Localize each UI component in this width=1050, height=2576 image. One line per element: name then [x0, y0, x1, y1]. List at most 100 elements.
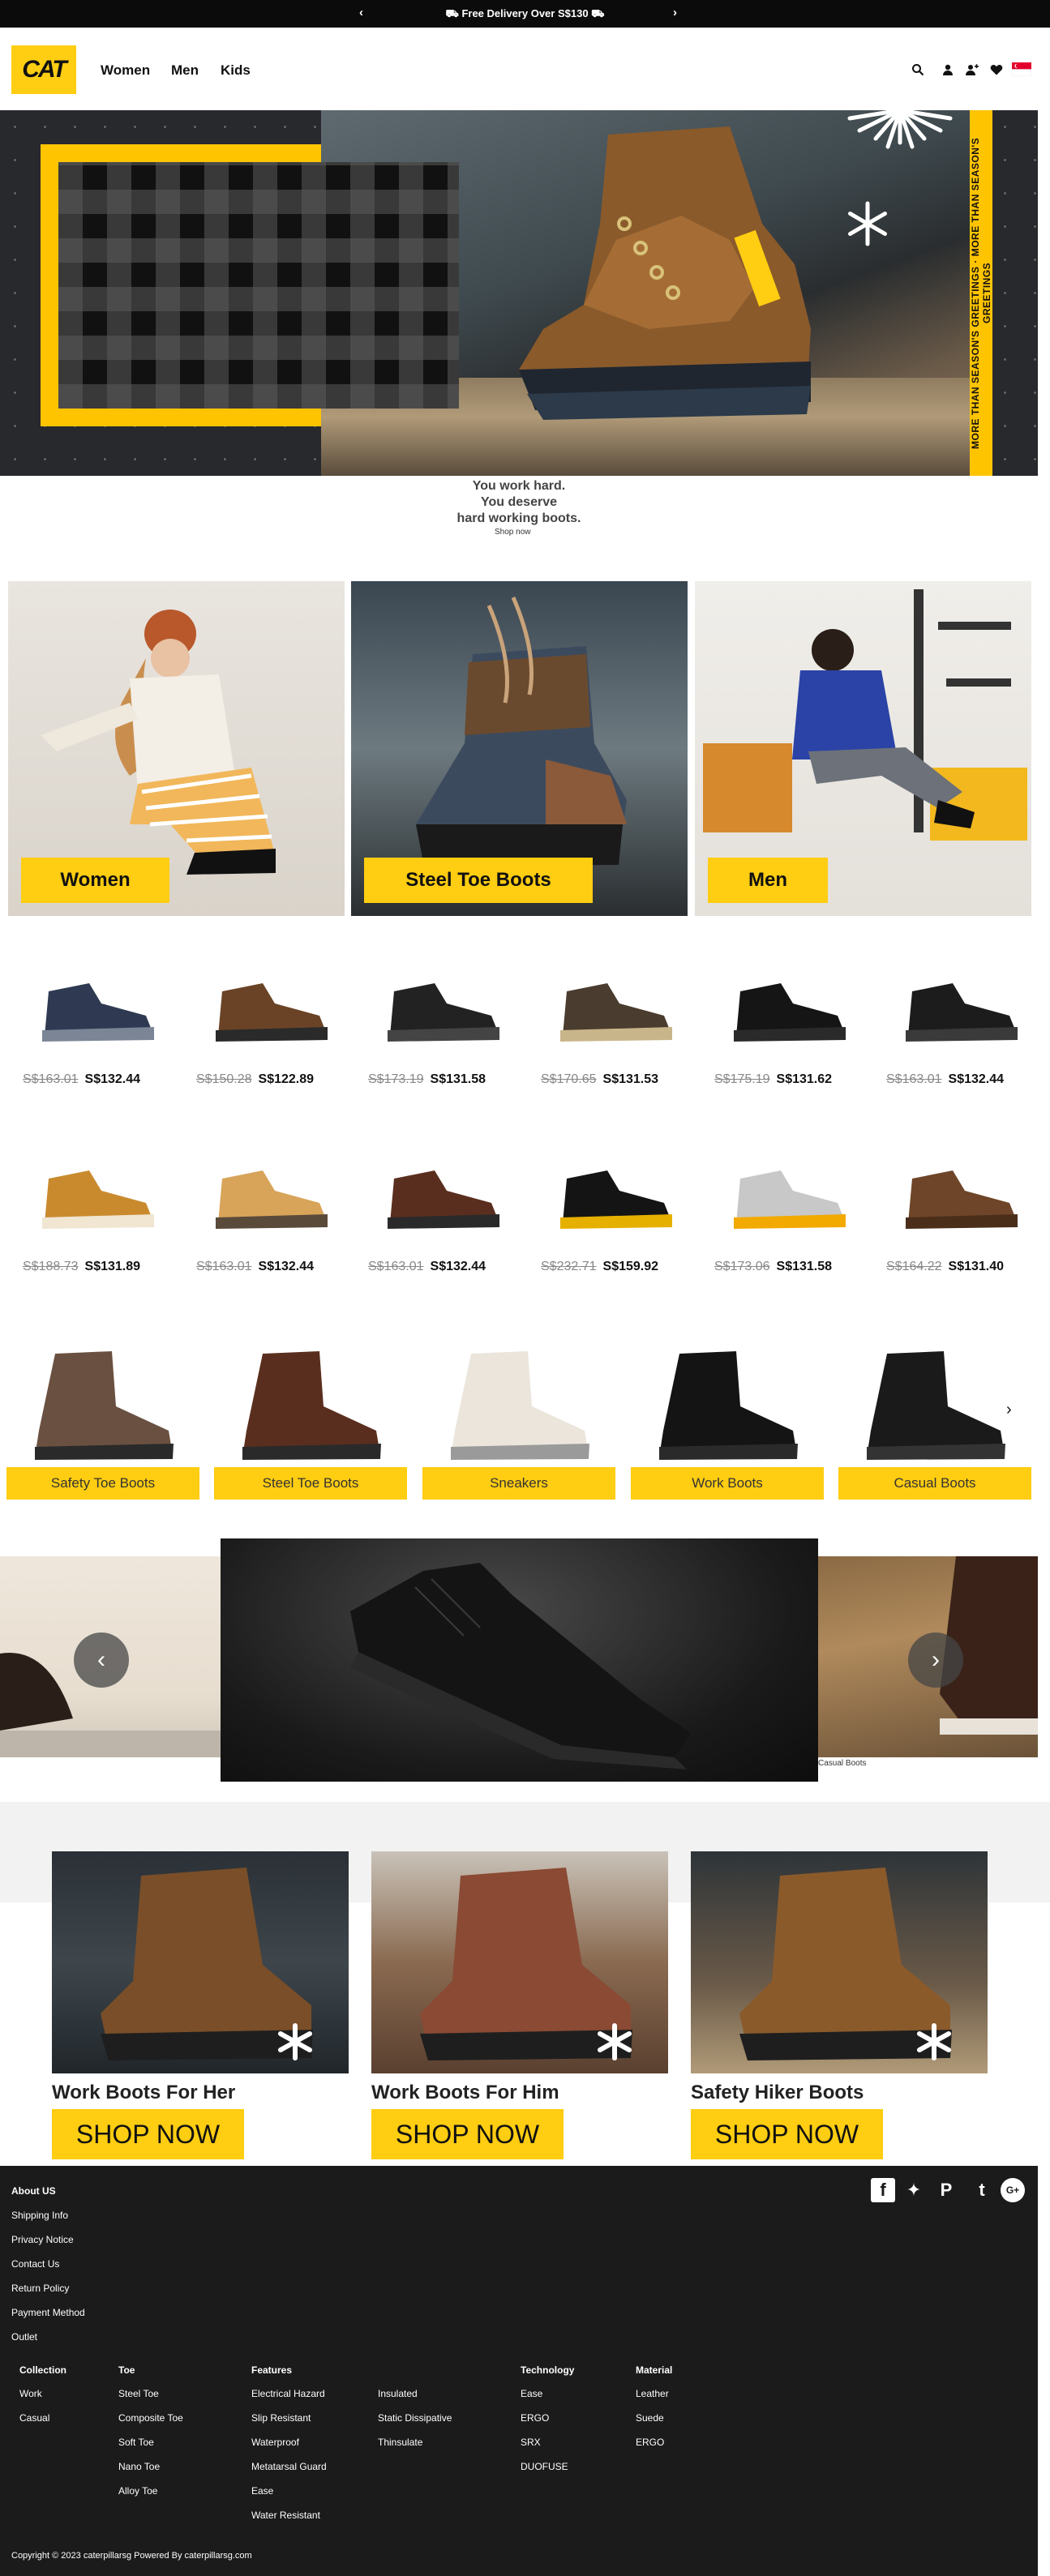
hero-shop-now-link[interactable]: Shop now — [495, 528, 530, 537]
footer-column-link[interactable]: Suede — [636, 2412, 664, 2424]
shop-category-button[interactable]: Safety Toe Boots — [6, 1467, 199, 1500]
promo-image[interactable] — [52, 1851, 349, 2073]
original-price: S$173.06 — [714, 1260, 770, 1273]
shop-category-button[interactable]: Work Boots — [631, 1467, 824, 1500]
product-card[interactable]: S$150.28 S$122.89 — [196, 959, 342, 1086]
nav-kids[interactable]: Kids — [221, 62, 251, 79]
product-card[interactable]: S$164.22 S$131.40 — [886, 1146, 1032, 1273]
product-card[interactable]: S$163.01 S$132.44 — [196, 1146, 342, 1273]
footer-column-link[interactable]: Ease — [251, 2485, 273, 2497]
promo-image[interactable] — [371, 1851, 668, 2073]
category-tile-men[interactable]: Men — [695, 581, 1031, 916]
tumblr-icon[interactable]: t — [970, 2178, 994, 2202]
category-button-women[interactable]: Women — [21, 858, 169, 903]
product-card[interactable]: S$173.19 S$131.58 — [368, 959, 514, 1086]
product-image[interactable] — [32, 1146, 159, 1235]
footer-column-link[interactable]: Steel Toe — [118, 2388, 159, 2399]
category-button-steel-toe[interactable]: Steel Toe Boots — [364, 858, 593, 903]
product-card[interactable]: S$188.73 S$131.89 — [23, 1146, 169, 1273]
facebook-icon[interactable]: f — [871, 2178, 895, 2202]
product-card[interactable]: S$170.65 S$131.53 — [541, 959, 687, 1086]
nav-men[interactable]: Men — [171, 62, 199, 79]
nav-women[interactable]: Women — [101, 62, 150, 79]
product-card[interactable]: S$173.06 S$131.58 — [714, 1146, 860, 1273]
shop-category-card[interactable]: Safety Toe Boots — [6, 1341, 199, 1504]
footer-link[interactable]: Return Policy — [11, 2283, 69, 2294]
product-image[interactable] — [206, 959, 332, 1048]
footer-column-link[interactable]: Slip Resistant — [251, 2412, 311, 2424]
search-icon[interactable] — [911, 63, 924, 76]
product-card[interactable]: S$163.01 S$132.44 — [368, 1146, 514, 1273]
hero-banner[interactable]: MORE THAN SEASON'S GREETINGS · MORE THAN… — [0, 110, 1038, 476]
footer-column-link[interactable]: Composite Toe — [118, 2412, 183, 2424]
google-plus-icon[interactable]: G+ — [1001, 2178, 1025, 2202]
footer-link[interactable]: About US — [11, 2185, 56, 2197]
product-image[interactable] — [551, 959, 677, 1048]
footer-column-link[interactable]: Leather — [636, 2388, 669, 2399]
carousel-slide-active[interactable] — [221, 1538, 818, 1782]
shop-category-button[interactable]: Casual Boots — [838, 1467, 1031, 1500]
carousel-next-button[interactable]: › — [908, 1632, 963, 1688]
product-image[interactable] — [551, 1146, 677, 1235]
product-image[interactable] — [896, 959, 1022, 1048]
footer-column-link[interactable]: Static Dissipative — [378, 2412, 452, 2424]
footer-column-link[interactable]: Casual — [19, 2412, 49, 2424]
shop-category-card[interactable]: Casual Boots — [838, 1341, 1031, 1504]
footer-column-link[interactable]: Work — [19, 2388, 42, 2399]
pinterest-icon[interactable]: P — [934, 2178, 958, 2202]
product-image[interactable] — [724, 1146, 851, 1235]
twitter-icon[interactable]: ✦ — [902, 2178, 926, 2202]
promo-shop-now-button[interactable]: SHOP NOW — [691, 2109, 883, 2159]
product-image[interactable] — [378, 1146, 504, 1235]
footer-link[interactable]: Privacy Notice — [11, 2234, 74, 2245]
image-carousel: ‹ › Casual Boots — [0, 1538, 1050, 1782]
footer-column-link[interactable]: Waterproof — [251, 2437, 299, 2448]
wishlist-icon[interactable] — [990, 63, 1003, 76]
footer-column-link[interactable]: Alloy Toe — [118, 2485, 157, 2497]
promo-shop-now-button[interactable]: SHOP NOW — [371, 2109, 564, 2159]
product-card[interactable]: S$232.71 S$159.92 — [541, 1146, 687, 1273]
product-image[interactable] — [32, 959, 159, 1048]
footer-link[interactable]: Contact Us — [11, 2258, 59, 2270]
product-card[interactable]: S$163.01 S$132.44 — [886, 959, 1032, 1086]
footer-column-link[interactable]: Insulated — [378, 2388, 418, 2399]
footer-column-link[interactable]: Electrical Hazard — [251, 2388, 325, 2399]
shop-category-card[interactable]: Sneakers — [422, 1341, 615, 1504]
category-tile-women[interactable]: Women — [8, 581, 345, 916]
announcement-next-arrow[interactable]: › — [673, 6, 677, 19]
footer-column-link[interactable]: SRX — [521, 2437, 541, 2448]
original-price: S$163.01 — [886, 1072, 942, 1086]
strip-next-arrow[interactable]: › — [1006, 1401, 1012, 1419]
footer-column-link[interactable]: ERGO — [636, 2437, 664, 2448]
footer-column-link[interactable]: ERGO — [521, 2412, 549, 2424]
add-user-icon[interactable] — [966, 63, 979, 76]
product-image[interactable] — [378, 959, 504, 1048]
category-tile-steel-toe[interactable]: Steel Toe Boots — [351, 581, 688, 916]
footer-link[interactable]: Shipping Info — [11, 2210, 68, 2221]
product-image[interactable] — [206, 1146, 332, 1235]
shop-category-card[interactable]: Steel Toe Boots — [214, 1341, 407, 1504]
promo-image[interactable] — [691, 1851, 988, 2073]
carousel-prev-button[interactable]: ‹ — [74, 1632, 129, 1688]
footer-link[interactable]: Payment Method — [11, 2307, 85, 2318]
product-card[interactable]: S$163.01 S$132.44 — [23, 959, 169, 1086]
footer-column-link[interactable]: Soft Toe — [118, 2437, 154, 2448]
footer-column-link[interactable]: Metatarsal Guard — [251, 2461, 327, 2472]
product-image[interactable] — [896, 1146, 1022, 1235]
footer-column-link[interactable]: Nano Toe — [118, 2461, 160, 2472]
footer-column-link[interactable]: DUOFUSE — [521, 2461, 568, 2472]
footer-link[interactable]: Outlet — [11, 2331, 37, 2343]
promo-shop-now-button[interactable]: SHOP NOW — [52, 2109, 244, 2159]
shop-category-button[interactable]: Sneakers — [422, 1467, 615, 1500]
shop-category-button[interactable]: Steel Toe Boots — [214, 1467, 407, 1500]
product-card[interactable]: S$175.19 S$131.62 — [714, 959, 860, 1086]
product-image[interactable] — [724, 959, 851, 1048]
footer-column-link[interactable]: Water Resistant — [251, 2510, 320, 2521]
shop-category-card[interactable]: Work Boots — [631, 1341, 824, 1504]
account-icon[interactable] — [941, 63, 954, 76]
category-button-men[interactable]: Men — [708, 858, 828, 903]
flag-icon[interactable] — [1012, 62, 1031, 76]
cat-logo[interactable]: CAT — [11, 45, 76, 94]
footer-column-link[interactable]: Thinsulate — [378, 2437, 422, 2448]
footer-column-link[interactable]: Ease — [521, 2388, 542, 2399]
